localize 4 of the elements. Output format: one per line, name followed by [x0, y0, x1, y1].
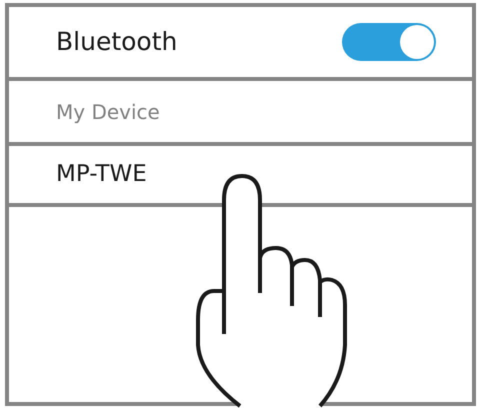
bluetooth-toggle[interactable]	[342, 23, 436, 61]
section-header: My Device	[56, 98, 160, 126]
device-name: MP-TWE	[56, 160, 147, 190]
bluetooth-label: Bluetooth	[56, 26, 178, 58]
